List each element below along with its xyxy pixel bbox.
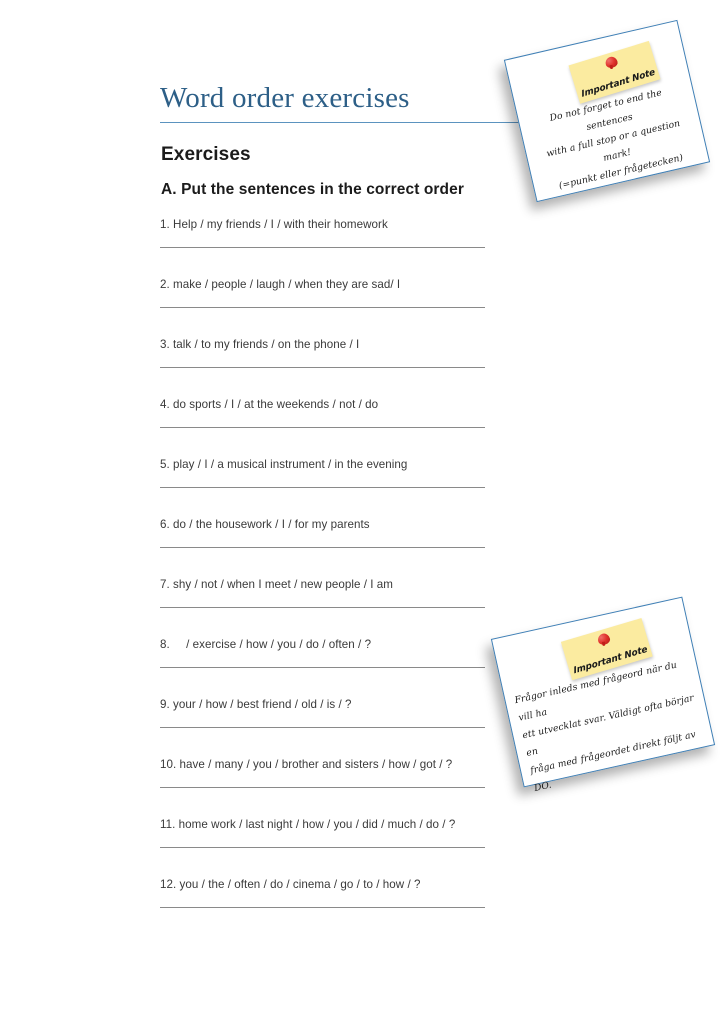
sticky-note-2: Important Note Frågor inleds med frågeor… bbox=[490, 596, 716, 794]
exercise-text: 11. home work / last night / how / you /… bbox=[160, 818, 456, 831]
exercise-text: 10. have / many / you / brother and sist… bbox=[160, 758, 453, 771]
exercise-item: 5. play / I / a musical instrument / in … bbox=[160, 457, 490, 488]
exercise-text: 12. you / the / often / do / cinema / go… bbox=[160, 878, 421, 891]
exercise-text: 3. talk / to my friends / on the phone /… bbox=[160, 338, 360, 351]
answer-line[interactable] bbox=[160, 787, 485, 788]
answer-line[interactable] bbox=[160, 247, 485, 248]
title-divider bbox=[160, 122, 546, 123]
exercise-text: 5. play / I / a musical instrument / in … bbox=[160, 458, 408, 471]
exercise-item: 11. home work / last night / how / you /… bbox=[160, 817, 490, 848]
answer-line[interactable] bbox=[160, 667, 485, 668]
exercise-item: 8. / exercise / how / you / do / often /… bbox=[160, 637, 490, 668]
exercise-item: 10. have / many / you / brother and sist… bbox=[160, 757, 490, 788]
exercise-text: 4. do sports / I / at the weekends / not… bbox=[160, 398, 379, 411]
answer-line[interactable] bbox=[160, 307, 485, 308]
note-1-body: Do not forget to end the sentences with … bbox=[518, 78, 709, 200]
red-pin-icon bbox=[604, 55, 619, 70]
exercises-heading: Exercises bbox=[161, 144, 251, 165]
page-title: Word order exercises bbox=[160, 82, 410, 114]
exercise-text: 9. your / how / best friend / old / is /… bbox=[160, 698, 352, 711]
exercise-item: 9. your / how / best friend / old / is /… bbox=[160, 697, 490, 728]
answer-line[interactable] bbox=[160, 547, 485, 548]
red-pin-icon bbox=[596, 632, 612, 647]
answer-line[interactable] bbox=[160, 607, 485, 608]
exercise-item: 3. talk / to my friends / on the phone /… bbox=[160, 337, 490, 368]
exercise-item: 1. Help / my friends / I / with their ho… bbox=[160, 217, 490, 248]
answer-line[interactable] bbox=[160, 367, 485, 368]
exercise-item: 12. you / the / often / do / cinema / go… bbox=[160, 877, 490, 908]
section-a-heading: A. Put the sentences in the correct orde… bbox=[161, 181, 464, 198]
exercise-text: 2. make / people / laugh / when they are… bbox=[160, 278, 401, 291]
exercise-item: 4. do sports / I / at the weekends / not… bbox=[160, 397, 490, 428]
exercise-text: 7. shy / not / when I meet / new people … bbox=[160, 578, 394, 591]
worksheet-page: Word order exercises Exercises A. Put th… bbox=[0, 0, 725, 1024]
answer-line[interactable] bbox=[160, 427, 485, 428]
exercise-item: 2. make / people / laugh / when they are… bbox=[160, 277, 490, 308]
exercise-item: 6. do / the housework / I / for my paren… bbox=[160, 517, 490, 548]
answer-line[interactable] bbox=[160, 907, 485, 908]
sticky-note-1: Important Note Do not forget to end the … bbox=[503, 19, 711, 203]
exercise-item: 7. shy / not / when I meet / new people … bbox=[160, 577, 490, 608]
exercise-text: 1. Help / my friends / I / with their ho… bbox=[160, 218, 388, 231]
note-2-body: Frågor inleds med frågeord när du vill h… bbox=[504, 652, 717, 799]
answer-line[interactable] bbox=[160, 847, 485, 848]
answer-line[interactable] bbox=[160, 727, 485, 728]
answer-line[interactable] bbox=[160, 487, 485, 488]
exercise-text: 8. / exercise / how / you / do / often /… bbox=[160, 638, 372, 651]
exercise-text: 6. do / the housework / I / for my paren… bbox=[160, 518, 370, 531]
